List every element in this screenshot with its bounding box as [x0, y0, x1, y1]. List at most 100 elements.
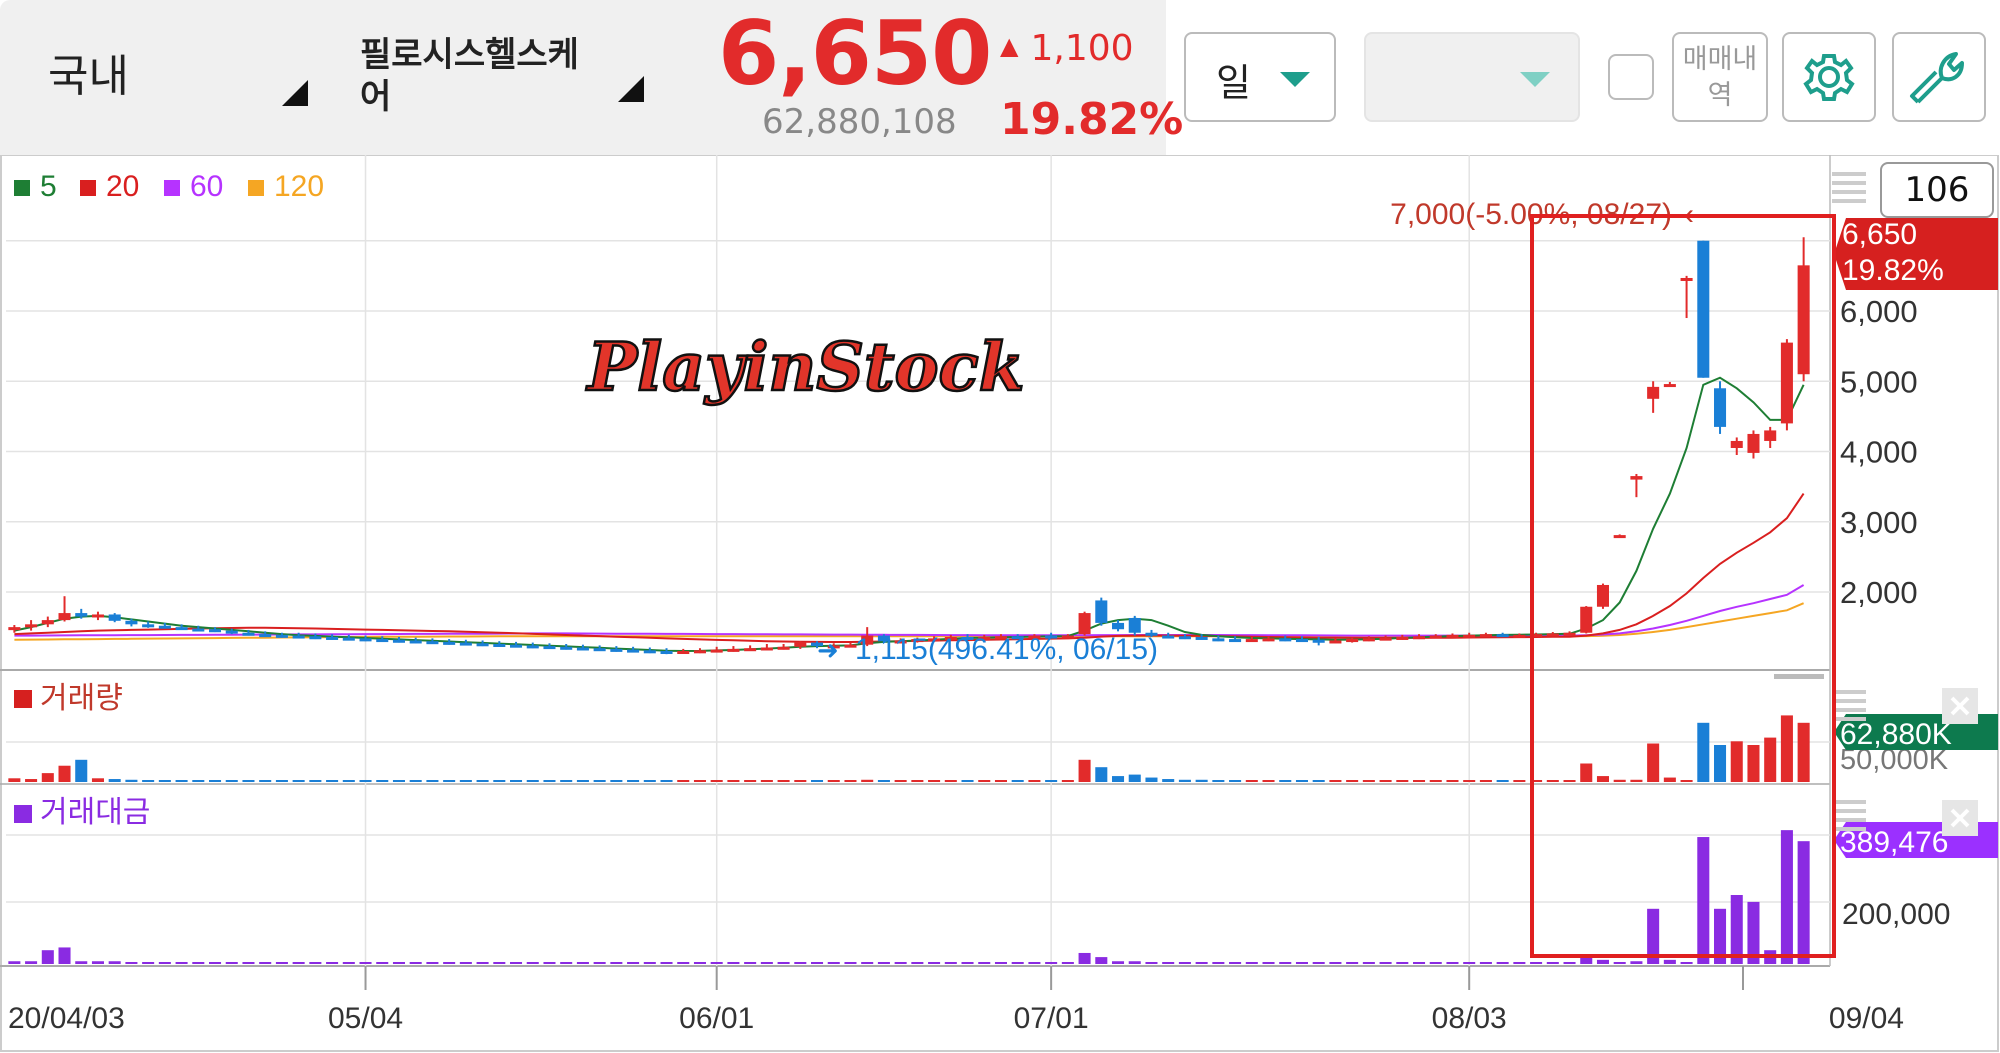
- candle-body: [41, 620, 54, 625]
- volume-bar: [1078, 759, 1091, 782]
- stock-chart[interactable]: 20/04/03 05/04 06/01 07/01 08/03 09/04 6,000 5,…: [0, 155, 2000, 1053]
- amount-bar: [1279, 962, 1292, 964]
- amount-bar: [108, 961, 121, 964]
- amount-bar: [794, 962, 807, 964]
- header-bar: 국내 필로시스헬스케어 6,650 ▲ 1,100 62,880,108 19.8…: [0, 0, 2000, 155]
- volume-bar: [1145, 777, 1158, 782]
- amount-tick-label: 200,000: [1842, 898, 1950, 931]
- legend-swatch: [164, 180, 180, 196]
- period-label: 일: [1216, 61, 1251, 105]
- stock-dropdown-icon[interactable]: [618, 76, 644, 102]
- amount-bar: [894, 962, 907, 964]
- candle-body: [359, 638, 372, 642]
- volume-bar: [911, 780, 924, 782]
- candle-body: [1780, 342, 1793, 424]
- candle-body: [1229, 639, 1242, 643]
- candle-body: [292, 635, 305, 639]
- candle-body: [426, 641, 439, 645]
- x-tick-label: 09/04: [1829, 1002, 1904, 1035]
- volume-title: 거래량: [40, 682, 123, 715]
- candle-body: [259, 634, 272, 638]
- volume-legend-swatch: [14, 690, 32, 708]
- amount-bar: [1463, 962, 1476, 964]
- amount-bar: [710, 962, 723, 964]
- candle-body: [1546, 633, 1559, 637]
- amount-bar: [409, 962, 422, 964]
- amount-bar: [510, 962, 523, 964]
- amount-bar: [1229, 962, 1242, 964]
- candle-body: [543, 646, 556, 650]
- amount-bar: [225, 962, 238, 964]
- amount-bar: [459, 962, 472, 964]
- volume-bar: [861, 779, 874, 782]
- last-pct-label: 19.82%: [1842, 254, 1944, 287]
- overlay-checkbox[interactable]: [1608, 54, 1654, 100]
- candle-body: [1463, 634, 1476, 638]
- volume-bar: [1764, 737, 1777, 782]
- volume-bar: [75, 759, 88, 782]
- volume-bar: [192, 780, 205, 782]
- candle-body: [1095, 600, 1108, 623]
- tools-button[interactable]: [1892, 32, 1986, 122]
- amount-bar: [242, 962, 255, 964]
- candle-body: [710, 649, 723, 653]
- trade-history-button[interactable]: 매매내역: [1672, 32, 1768, 122]
- candle-body: [1764, 430, 1777, 441]
- period-dropdown[interactable]: 일: [1184, 32, 1336, 122]
- market-dropdown-icon[interactable]: [282, 80, 308, 106]
- volume-bar: [1028, 780, 1041, 782]
- ma20-line: [14, 493, 1805, 643]
- candle-body: [526, 645, 539, 649]
- market-selector[interactable]: 국내: [48, 40, 129, 104]
- volume-bar: [1379, 780, 1392, 782]
- amount-bar: [643, 962, 656, 964]
- volume-bar: [944, 780, 957, 782]
- legend-label: 5: [40, 170, 57, 203]
- amount-bar: [827, 962, 840, 964]
- last-price-label: 6,650: [1842, 218, 1917, 251]
- volume-bar: [693, 780, 706, 782]
- amount-bar: [1028, 962, 1041, 964]
- candle-body: [777, 646, 790, 650]
- candle-body: [1329, 640, 1342, 644]
- visible-count-input[interactable]: 106: [1880, 162, 1994, 218]
- volume-bar: [359, 780, 372, 782]
- amount-bar: [1011, 962, 1024, 964]
- candle-body: [125, 620, 138, 625]
- low-annotation: 1,115(496.41%, 06/15): [855, 633, 1158, 666]
- candle-body: [1195, 636, 1208, 640]
- candle-body: [1596, 584, 1609, 607]
- candle-body: [610, 648, 623, 652]
- indicator-dropdown[interactable]: [1364, 32, 1580, 122]
- candle-body: [476, 643, 489, 647]
- volume-bar: [342, 780, 355, 782]
- amount-bar: [443, 962, 456, 964]
- volume-bar: [1178, 779, 1191, 782]
- candle-body: [1162, 635, 1175, 639]
- amount-bar: [1212, 962, 1225, 964]
- amount-bar: [1530, 962, 1543, 964]
- settings-button[interactable]: [1782, 32, 1876, 122]
- volume-bar: [58, 765, 71, 782]
- amount-bar: [1479, 962, 1492, 964]
- stock-name-selector[interactable]: 필로시스헬스케어: [360, 34, 590, 118]
- legend-label: 60: [190, 170, 223, 203]
- y-tick-label: 2,000: [1840, 575, 1918, 610]
- candle-body: [1647, 386, 1660, 399]
- candle-body: [58, 613, 71, 621]
- menu-icon[interactable]: [1832, 172, 1866, 203]
- candle-body: [1362, 638, 1375, 642]
- volume-bar: [627, 780, 640, 782]
- amount-bar: [125, 962, 138, 964]
- close-icon[interactable]: [1942, 688, 1978, 724]
- close-icon[interactable]: [1942, 800, 1978, 836]
- candle-body: [1429, 635, 1442, 639]
- candle-body: [627, 649, 640, 653]
- gear-icon: [1803, 54, 1855, 101]
- candle-body: [510, 644, 523, 648]
- volume-bar: [1295, 780, 1308, 782]
- amount-bar: [1178, 962, 1191, 964]
- amount-bar: [25, 961, 38, 964]
- volume-bar: [426, 780, 439, 782]
- amount-bar: [1362, 962, 1375, 964]
